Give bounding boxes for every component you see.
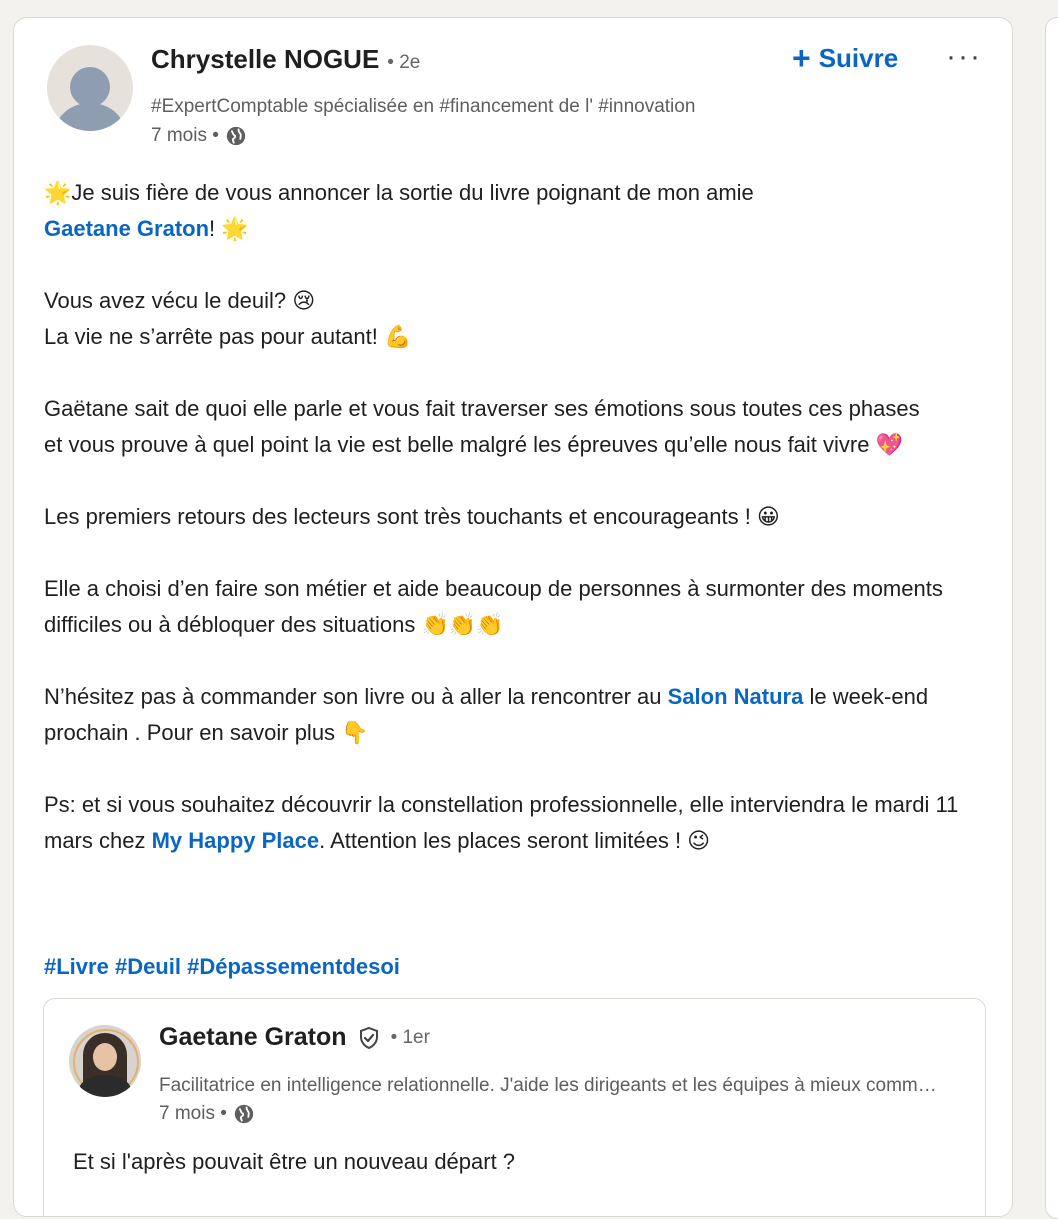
reshared-post-card[interactable]: Gaetane Graton • 1er Facilitatrice en in… [43,998,986,1216]
post-text: Les premiers retours des lecteurs sont t… [44,504,780,529]
connection-degree: • 2e [387,52,421,73]
avatar-placeholder-head [70,67,110,107]
post-body: 🌟Je suis fière de vous annoncer la sorti… [44,175,984,895]
post-paragraph: 🌟Je suis fière de vous annoncer la sorti… [44,175,824,247]
reshared-author-name[interactable]: Gaetane Graton [159,1023,347,1052]
post-text: 🌟Je suis fière de vous annoncer la sorti… [44,180,754,205]
post-time: 7 mois • [151,125,219,146]
feed-post-card: Chrystelle NOGUE • 2e #ExpertComptable s… [13,17,1013,1217]
post-text: Gaëtane sait de quoi elle parle et vous … [44,396,920,457]
reshared-author-avatar[interactable] [69,1025,141,1097]
company-link[interactable]: My Happy Place [152,828,320,853]
post-time: 7 mois • [159,1103,227,1124]
reshared-author-headline: Facilitatrice en intelligence relationne… [159,1075,939,1096]
post-text: La vie ne s’arrête pas pour autant! 💪 [44,324,412,349]
post-text: Elle a choisi d’en faire son métier et a… [44,576,943,637]
company-link[interactable]: Salon Natura [668,684,804,709]
post-text: Vous avez vécu le deuil? 😢 [44,288,316,313]
author-headline: #ExpertComptable spécialisée en #finance… [151,96,696,117]
hashtag-link[interactable]: #Livre [44,954,109,979]
post-text: N’hésitez pas à commander son livre ou à… [44,684,668,709]
post-paragraph: Vous avez vécu le deuil? 😢 La vie ne s’a… [44,283,984,355]
avatar-placeholder-body [55,103,125,131]
shield-check-icon [359,1026,378,1049]
post-meta: 7 mois • [151,125,247,147]
connection-degree: • 1er [390,1026,430,1048]
plus-icon: + [792,40,811,76]
globe-icon [226,126,246,146]
avatar-torso [79,1075,131,1097]
post-paragraph: Gaëtane sait de quoi elle parle et vous … [44,391,924,463]
post-paragraph: Ps: et si vous souhaitez découvrir la co… [44,787,974,859]
right-sidebar-card-edge [1045,17,1058,1219]
author-name[interactable]: Chrystelle NOGUE [151,44,379,75]
reshared-post-meta: 7 mois • [159,1103,255,1125]
author-line: Chrystelle NOGUE • 2e [151,44,420,78]
hashtag-link[interactable]: #Dépassementdesoi [187,954,400,979]
reshared-author-line: Gaetane Graton • 1er [159,1023,430,1052]
follow-button[interactable]: + Suivre [792,42,898,74]
globe-icon [234,1104,254,1124]
reshared-post-text: Et si l'après pouvait être un nouveau dé… [73,1149,516,1174]
post-paragraph: Les premiers retours des lecteurs sont t… [44,499,984,535]
post-text: . Attention les places seront limitées !… [319,828,711,853]
hashtag-list: #Livre #Deuil #Dépassementdesoi [44,950,400,984]
post-paragraph: N’hésitez pas à commander son livre ou à… [44,679,974,751]
follow-label: Suivre [818,42,899,73]
post-text: ! 🌟 [209,216,249,241]
avatar-face [93,1043,117,1071]
post-paragraph: Elle a choisi d’en faire son métier et a… [44,571,949,643]
hashtag-link[interactable]: #Deuil [115,954,181,979]
author-avatar[interactable] [47,45,133,131]
mention-link[interactable]: Gaetane Graton [44,216,209,241]
more-options-icon[interactable]: ··· [946,40,982,74]
